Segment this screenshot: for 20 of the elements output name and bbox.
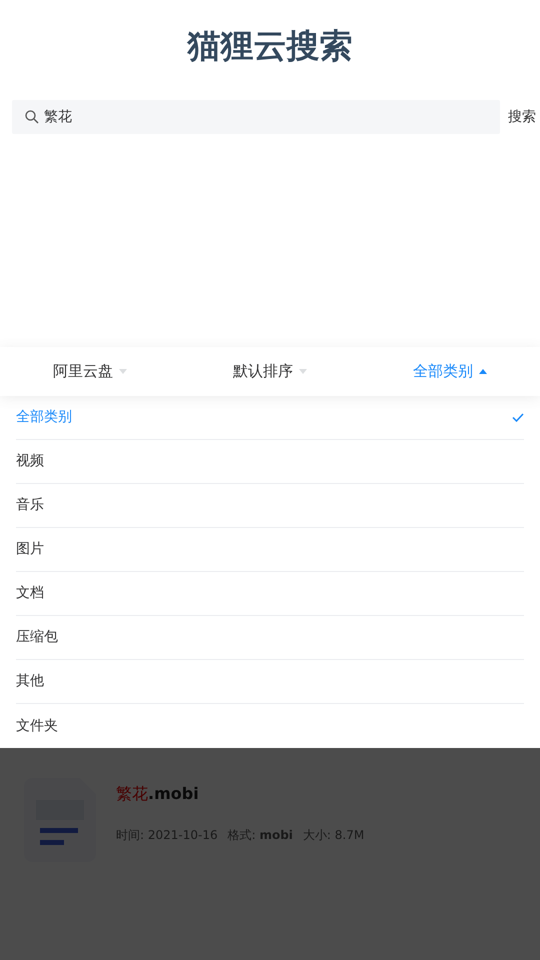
category-option[interactable]: 图片 [16,528,524,572]
check-icon [512,412,524,422]
search-field[interactable]: 繁花 [12,100,500,134]
caret-icon [119,368,127,374]
search-icon [25,110,39,124]
category-option[interactable]: 其他 [16,660,524,704]
category-option[interactable]: 压缩包 [16,616,524,660]
filter-tab[interactable]: 默认排序 [180,360,360,382]
category-option[interactable]: 全部类别 [16,396,524,440]
caret-icon [479,368,487,374]
category-option[interactable]: 音乐 [16,484,524,528]
dim-overlay[interactable] [0,748,540,960]
filter-tab[interactable]: 阿里云盘 [0,360,180,382]
caret-icon [299,368,307,374]
filter-tab[interactable]: 全部类别 [360,360,540,382]
app-title: 猫狸云搜索 [188,25,352,67]
category-option[interactable]: 文件夹 [16,704,524,748]
category-option[interactable]: 视频 [16,440,524,484]
search-button[interactable]: 搜索 [508,108,536,126]
category-option[interactable]: 文档 [16,572,524,616]
